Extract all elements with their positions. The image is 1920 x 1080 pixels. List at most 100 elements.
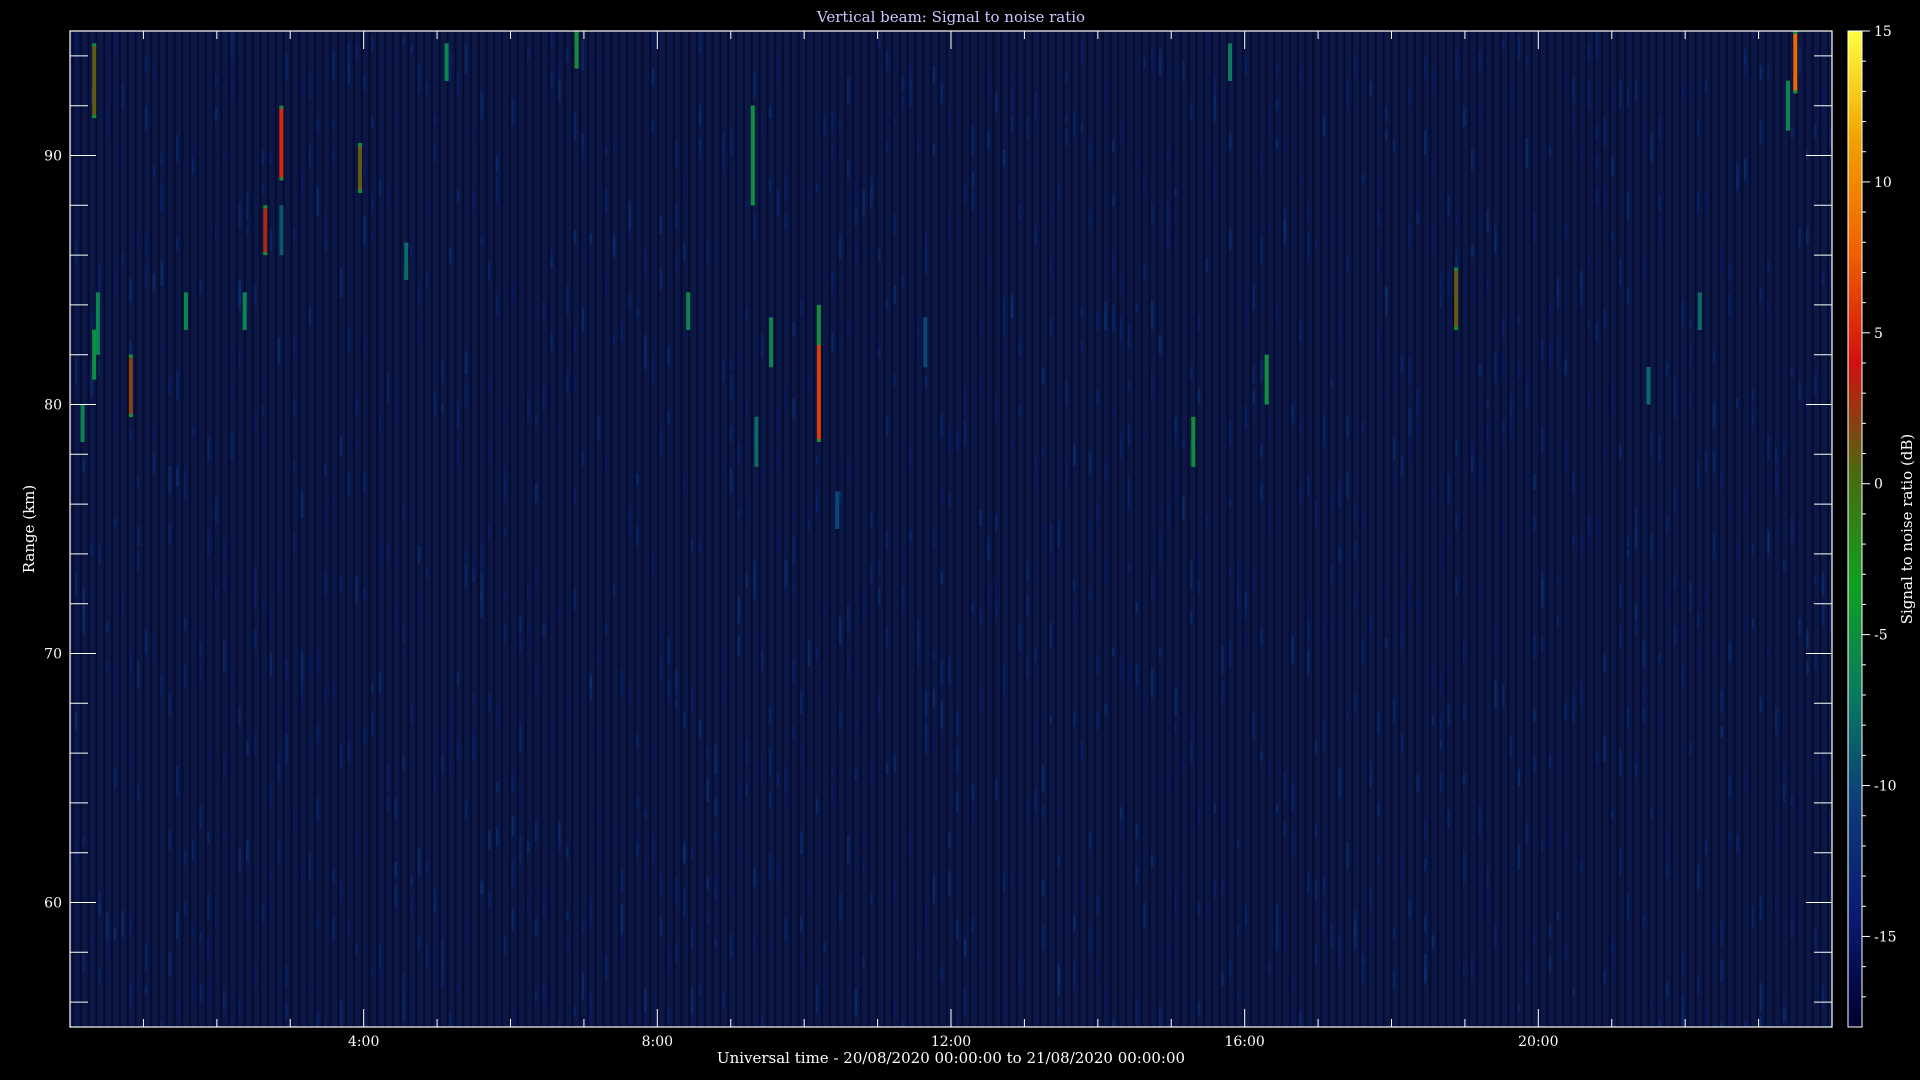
noise-speckle bbox=[1057, 182, 1060, 201]
noise-speckle bbox=[105, 660, 109, 672]
noise-column-gap bbox=[1772, 31, 1775, 1027]
noise-column-gap bbox=[391, 31, 394, 1027]
noise-speckle bbox=[199, 280, 202, 294]
noise-column-gap bbox=[735, 31, 738, 1027]
noise-speckle bbox=[1806, 385, 1809, 410]
noise-speckle bbox=[885, 415, 889, 436]
noise-speckle bbox=[1416, 773, 1419, 792]
noise-speckle bbox=[1533, 933, 1536, 947]
noise-speckle bbox=[488, 830, 491, 850]
noise-speckle bbox=[1798, 705, 1801, 714]
noise-speckle bbox=[1112, 407, 1115, 417]
noise-speckle bbox=[433, 887, 436, 914]
noise-speckle bbox=[183, 904, 187, 916]
noise-speckle bbox=[784, 794, 787, 805]
noise-speckle bbox=[495, 155, 499, 172]
noise-speckle bbox=[74, 712, 78, 731]
noise-speckle bbox=[1346, 256, 1349, 274]
noise-speckle bbox=[1369, 926, 1372, 948]
noise-speckle bbox=[456, 671, 460, 686]
noise-speckle bbox=[1057, 521, 1060, 547]
noise-column-gap bbox=[524, 31, 527, 1027]
noise-column-gap bbox=[1187, 31, 1190, 1027]
noise-speckle bbox=[1127, 381, 1131, 391]
noise-column-gap bbox=[1725, 31, 1728, 1027]
noise-speckle bbox=[1751, 388, 1755, 401]
noise-speckle bbox=[261, 148, 265, 165]
noise-speckle bbox=[1556, 337, 1560, 366]
noise-speckle bbox=[1018, 345, 1021, 356]
noise-speckle bbox=[1330, 492, 1333, 515]
noise-speckle bbox=[386, 543, 390, 563]
noise-column-gap bbox=[774, 31, 777, 1027]
noise-speckle bbox=[1728, 1007, 1731, 1027]
noise-speckle bbox=[987, 130, 990, 149]
noise-column-gap bbox=[945, 31, 948, 1027]
noise-column-gap bbox=[1132, 31, 1135, 1027]
noise-speckle bbox=[495, 705, 499, 725]
noise-speckle bbox=[246, 740, 249, 756]
echo-feature bbox=[242, 292, 247, 330]
noise-speckle bbox=[1626, 192, 1630, 220]
noise-speckle bbox=[1463, 852, 1466, 883]
noise-speckle bbox=[1268, 760, 1271, 780]
noise-speckle bbox=[488, 891, 491, 908]
noise-speckle bbox=[745, 573, 748, 588]
noise-speckle bbox=[1626, 549, 1630, 559]
noise-speckle bbox=[261, 376, 265, 394]
noise-speckle bbox=[566, 939, 569, 951]
noise-speckle bbox=[776, 450, 780, 470]
noise-speckle bbox=[1548, 146, 1552, 156]
noise-speckle bbox=[620, 904, 624, 934]
noise-speckle bbox=[300, 694, 304, 708]
noise-speckle bbox=[1424, 56, 1427, 79]
noise-column-gap bbox=[571, 31, 574, 1027]
echo-feature-edge bbox=[769, 317, 774, 321]
noise-speckle bbox=[1821, 751, 1825, 771]
noise-speckle bbox=[1034, 468, 1037, 492]
noise-speckle bbox=[1197, 315, 1201, 333]
noise-speckle bbox=[176, 372, 179, 400]
noise-column-gap bbox=[625, 31, 628, 1027]
noise-column-gap bbox=[1374, 31, 1377, 1027]
noise-speckle bbox=[1065, 380, 1068, 406]
noise-speckle bbox=[1728, 641, 1731, 663]
noise-speckle bbox=[1299, 66, 1302, 84]
noise-speckle bbox=[846, 604, 850, 634]
noise-speckle bbox=[464, 917, 468, 942]
noise-speckle bbox=[792, 536, 795, 565]
noise-speckle bbox=[269, 652, 273, 677]
noise-column-gap bbox=[1327, 31, 1330, 1027]
echo-feature-edge bbox=[242, 292, 247, 296]
noise-speckle bbox=[1689, 79, 1692, 108]
noise-speckle bbox=[285, 965, 288, 987]
echo-feature-edge bbox=[750, 202, 755, 206]
noise-speckle bbox=[222, 754, 226, 777]
noise-speckle bbox=[1088, 590, 1092, 599]
noise-column-gap bbox=[126, 31, 129, 1027]
noise-speckle bbox=[917, 646, 920, 666]
noise-speckle bbox=[979, 685, 982, 712]
noise-column-gap bbox=[602, 31, 605, 1027]
noise-speckle bbox=[1065, 914, 1068, 937]
noise-speckle bbox=[464, 800, 468, 820]
noise-speckle bbox=[1229, 640, 1232, 666]
noise-speckle bbox=[425, 201, 429, 215]
noise-speckle bbox=[659, 874, 663, 896]
noise-speckle bbox=[1658, 654, 1661, 663]
echo-feature-edge bbox=[444, 77, 449, 81]
noise-speckle bbox=[199, 641, 202, 655]
noise-speckle bbox=[1026, 594, 1029, 617]
noise-speckle bbox=[1619, 624, 1622, 649]
noise-speckle bbox=[940, 966, 943, 981]
noise-speckle bbox=[971, 125, 975, 156]
noise-speckle bbox=[956, 1020, 959, 1027]
noise-speckle bbox=[1743, 773, 1747, 788]
echo-feature-edge bbox=[1264, 401, 1269, 405]
noise-column-gap bbox=[930, 31, 933, 1027]
noise-column-gap bbox=[898, 31, 901, 1027]
noise-speckle bbox=[878, 338, 881, 350]
noise-speckle bbox=[1346, 471, 1349, 499]
noise-speckle bbox=[1517, 35, 1521, 60]
noise-speckle bbox=[792, 511, 795, 521]
